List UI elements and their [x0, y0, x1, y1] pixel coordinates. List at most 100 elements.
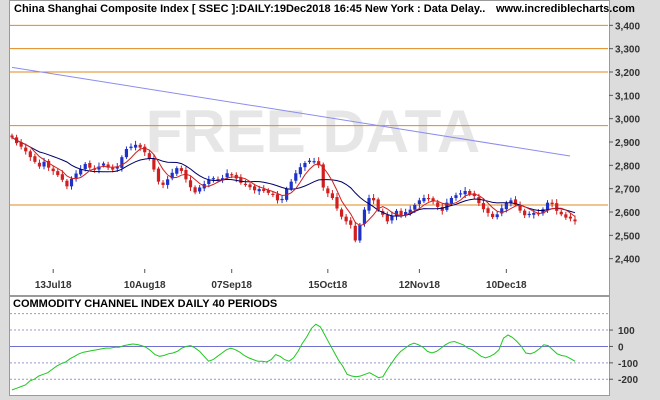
candle-body	[339, 209, 344, 217]
candle-body	[463, 191, 467, 195]
site-label[interactable]: www.incrediblecharts.com	[496, 3, 635, 15]
price-y-tick-label: 3,000	[615, 115, 640, 126]
candle-body	[550, 202, 554, 205]
candle-body	[248, 184, 252, 188]
candle-body	[133, 144, 138, 148]
candle-body	[422, 198, 426, 202]
candle-body	[349, 220, 353, 225]
chart-canvas: FREE DATA 3,400 3,300 3,200 3,100 3,000 2,900…	[10, 21, 640, 391]
candle-body	[504, 202, 508, 210]
candle-body	[28, 151, 32, 158]
chart-page: FREE DATA 3,400 3,300 3,200 3,100 3,000 2,900…	[0, 0, 660, 400]
cci-y-tick-label: 100	[618, 326, 635, 337]
candle-body	[275, 194, 280, 201]
cci-series-group	[11, 323, 576, 391]
candle-body	[298, 167, 302, 175]
price-y-tick-label: 2,700	[615, 185, 640, 196]
candle-body	[10, 135, 14, 138]
candle-body	[152, 158, 156, 170]
candle-body	[413, 205, 417, 210]
candle-body	[564, 214, 568, 218]
candle-body	[280, 198, 284, 201]
cci-y-tick-label: -200	[618, 375, 638, 386]
candle-body	[527, 213, 531, 216]
candle-body	[161, 182, 165, 185]
candle-body	[555, 203, 559, 211]
price-y-tick-label: 3,200	[615, 68, 640, 79]
candle-body	[486, 208, 490, 213]
candle-body	[33, 156, 37, 162]
candle-body	[252, 186, 257, 191]
x-tick-label: 13Jul18	[35, 280, 72, 291]
price-y-tick-label: 3,100	[615, 91, 640, 102]
price-y-tick-label: 3,400	[615, 21, 640, 32]
candle-body	[120, 157, 124, 168]
candle-body	[156, 168, 161, 182]
candle-body	[147, 153, 151, 159]
candle-body	[330, 193, 335, 198]
candle-body	[335, 197, 339, 209]
candle-body	[60, 174, 64, 180]
candle-body	[56, 171, 60, 176]
candle-body	[262, 189, 266, 191]
candle-body	[307, 160, 312, 163]
price-y-tick-label: 2,600	[615, 208, 640, 219]
candle-body	[417, 200, 421, 205]
price-y-tick-label: 2,900	[615, 138, 640, 149]
cci-y-tick-label: -100	[618, 359, 638, 370]
candle-body	[468, 191, 472, 195]
candle-body	[211, 178, 215, 180]
price-y-tick-label: 2,500	[615, 231, 640, 242]
candle-body	[243, 183, 248, 185]
candle-body	[179, 168, 183, 171]
x-tick-label: 12Nov18	[399, 280, 441, 291]
candle-body	[124, 149, 129, 158]
x-tick-label: 07Sep18	[211, 280, 252, 291]
candle-body	[568, 216, 573, 219]
candle-body	[344, 216, 348, 222]
cci-line	[11, 323, 576, 391]
candle-body	[138, 144, 142, 148]
watermark-text: FREE DATA	[146, 98, 480, 165]
price-y-ticks: 3,400 3,300 3,200 3,100 3,000 2,900 2,800 2,700…	[609, 21, 640, 266]
candle-body	[101, 163, 106, 166]
candle-body	[42, 161, 46, 167]
price-y-tick-label: 2,800	[615, 161, 640, 172]
candle-body	[175, 168, 179, 174]
candle-body	[573, 219, 577, 222]
price-y-tick-label: 2,400	[615, 255, 640, 266]
x-tick-label: 15Oct18	[308, 280, 347, 291]
candle-body	[312, 161, 316, 163]
candle-body	[88, 163, 92, 168]
candle-body	[51, 168, 55, 172]
candle-body	[362, 209, 367, 224]
candle-body	[65, 180, 69, 187]
candle-body	[385, 214, 389, 222]
candle-body	[24, 147, 28, 152]
candle-body	[271, 193, 275, 195]
candle-body	[509, 200, 513, 203]
candle-body	[523, 210, 527, 216]
candle-body	[74, 173, 78, 178]
candle-body	[353, 225, 357, 241]
candle-body	[166, 179, 170, 185]
cci-y-ticks: 100 0 -100 -200	[609, 326, 638, 386]
candle-body	[491, 213, 495, 218]
candle-body	[559, 211, 563, 215]
candle-body	[481, 203, 486, 210]
candle-body	[372, 198, 376, 201]
candle-body	[426, 198, 431, 200]
candle-body	[477, 197, 481, 204]
price-x-ticks: 13Jul18 10Aug18 07Sep18 15Oct18 12Nov18 10Dec…	[35, 269, 527, 291]
cci-reference-lines	[10, 313, 608, 380]
candle-body	[230, 174, 234, 176]
candle-body	[83, 163, 87, 170]
candle-body	[495, 214, 499, 218]
candle-body	[532, 212, 536, 215]
x-tick-label: 10Aug18	[124, 280, 166, 291]
candle-body	[303, 163, 307, 168]
candle-body	[143, 146, 147, 153]
candle-body	[449, 198, 454, 204]
candle-body	[436, 202, 440, 207]
price-y-tick-label: 3,300	[615, 45, 640, 56]
